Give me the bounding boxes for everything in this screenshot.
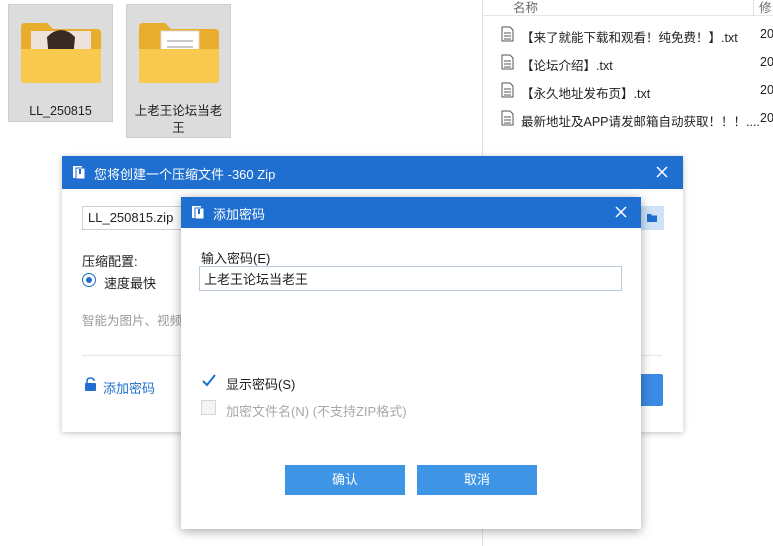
compression-config-label: 压缩配置:: [82, 254, 138, 269]
text-file-icon: [501, 26, 514, 42]
speed-fastest-label[interactable]: 速度最快: [104, 273, 156, 292]
file-name: 【论坛介绍】.txt: [521, 59, 613, 73]
close-icon[interactable]: [611, 202, 631, 222]
dialog-title: 添加密码: [213, 207, 266, 222]
folder-label-line2: 王: [172, 121, 185, 135]
file-name: 最新地址及APP请发邮箱自动获取！！！....: [521, 115, 760, 129]
confirm-button[interactable]: 确认: [285, 465, 405, 495]
start-compress-button[interactable]: [639, 374, 663, 406]
folder-label: LL_250815: [29, 104, 92, 118]
zip-app-icon: [73, 166, 86, 180]
text-file-icon: [501, 110, 514, 126]
text-file-icon: [501, 82, 514, 98]
column-separator[interactable]: [753, 0, 754, 16]
file-date: 20: [760, 83, 773, 97]
column-date-header[interactable]: 修: [759, 0, 772, 16]
column-header: 名称 修: [483, 0, 773, 16]
lock-icon[interactable]: [84, 377, 97, 392]
file-row[interactable]: 最新地址及APP请发邮箱自动获取！！！.... 20: [483, 106, 773, 132]
folder-label-line1: 上老王论坛当老: [134, 104, 223, 118]
folder-icon: [137, 19, 221, 85]
add-password-link[interactable]: 添加密码: [103, 378, 155, 397]
dialog-titlebar[interactable]: 添加密码: [181, 197, 641, 228]
text-file-icon: [501, 54, 514, 70]
folder-item-ll-250815[interactable]: LL_250815: [8, 4, 113, 122]
show-password-checkbox[interactable]: [201, 373, 216, 388]
cancel-button[interactable]: 取消: [417, 465, 537, 495]
dialog-title: 您将创建一个压缩文件 -360 Zip: [94, 167, 276, 182]
file-name: 【来了就能下载和观看！纯免费！】.txt: [521, 31, 738, 45]
dialog-titlebar[interactable]: 您将创建一个压缩文件 -360 Zip: [62, 156, 683, 189]
folder-item-laowang[interactable]: 上老王论坛当老 王: [126, 4, 231, 138]
folder-icon: [19, 19, 103, 85]
compression-hint: 智能为图片、视频: [82, 314, 183, 328]
file-row[interactable]: 【永久地址发布页】.txt 20: [483, 78, 773, 104]
show-password-label[interactable]: 显示密码(S): [226, 374, 295, 393]
add-password-dialog: 添加密码 输入密码(E) 显示密码(S) 加密文件名(N) (不支持ZIP格式)…: [181, 197, 641, 529]
file-date: 20: [760, 27, 773, 41]
encrypt-filenames-checkbox: [201, 400, 216, 415]
close-icon[interactable]: [652, 162, 672, 182]
folder-icon: [647, 214, 657, 222]
file-row[interactable]: 【论坛介绍】.txt 20: [483, 50, 773, 76]
file-date: 20: [760, 55, 773, 69]
speed-fastest-radio[interactable]: [82, 273, 96, 287]
browse-folder-button[interactable]: [640, 206, 664, 230]
password-label: 输入密码(E): [201, 251, 271, 266]
password-input[interactable]: [199, 266, 622, 291]
zip-app-icon: [192, 206, 205, 220]
file-name: 【永久地址发布页】.txt: [521, 87, 651, 101]
file-date: 20: [760, 111, 773, 125]
column-name-header[interactable]: 名称: [513, 0, 538, 16]
encrypt-filenames-label: 加密文件名(N) (不支持ZIP格式): [226, 404, 407, 419]
file-row[interactable]: 【来了就能下载和观看！纯免费！】.txt 20: [483, 22, 773, 48]
